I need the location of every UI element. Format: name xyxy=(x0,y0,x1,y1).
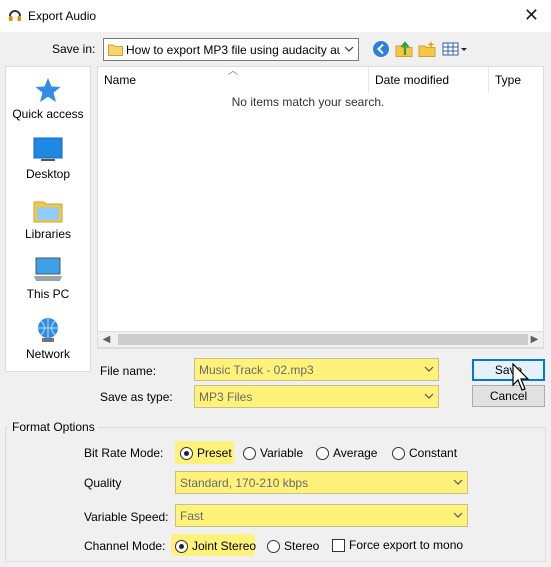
radio-label: Joint Stereo xyxy=(192,539,257,553)
column-header-date-modified[interactable]: Date modified xyxy=(369,67,489,93)
radio-label: Average xyxy=(333,446,378,460)
format-options-title: Format Options xyxy=(9,420,98,434)
channel-mode-label: Channel Mode: xyxy=(84,539,166,553)
quality-label: Quality xyxy=(84,476,122,490)
variable-speed-value: Fast xyxy=(180,509,204,523)
star-icon xyxy=(35,78,61,102)
variable-speed-label: Variable Speed: xyxy=(84,510,169,524)
place-label: Libraries xyxy=(24,227,72,241)
headphones-icon xyxy=(9,10,21,21)
variable-speed-select[interactable]: Fast xyxy=(175,504,468,527)
scroll-left-icon[interactable]: ◀ xyxy=(98,332,115,347)
folder-icon xyxy=(108,44,123,56)
radio-label: Constant xyxy=(409,446,458,460)
window-title: Export Audio xyxy=(28,9,97,23)
quality-value: Standard, 170-210 kbps xyxy=(180,476,309,490)
file-name-value: Music Track - 02.mp3 xyxy=(199,363,314,377)
place-label: This PC xyxy=(26,287,70,301)
radio-label: Preset xyxy=(197,446,232,460)
place-quick-access[interactable]: Quick access xyxy=(6,77,90,133)
save-in-combo[interactable]: How to export MP3 file using audacity au… xyxy=(103,38,359,61)
quality-select[interactable]: Standard, 170-210 kbps xyxy=(175,471,468,494)
place-desktop[interactable]: Desktop xyxy=(6,137,90,193)
new-folder-icon[interactable] xyxy=(418,40,436,58)
chevron-down-icon[interactable] xyxy=(343,42,355,56)
scroll-thumb[interactable] xyxy=(118,334,528,345)
desktop-icon xyxy=(33,137,63,161)
pointer-cursor-icon xyxy=(512,363,530,391)
save-as-type-select[interactable]: MP3 Files xyxy=(194,385,439,408)
empty-message: No items match your search. xyxy=(231,95,385,109)
file-list[interactable]: ︿ Name Date modified Type No items match… xyxy=(97,66,544,349)
scroll-right-icon[interactable]: ▶ xyxy=(526,332,543,347)
radio-label: Variable xyxy=(260,446,304,460)
place-label: Desktop xyxy=(25,167,71,181)
radio-label: Stereo xyxy=(284,539,320,553)
view-menu-icon[interactable] xyxy=(442,40,468,58)
save-in-label: Save in: xyxy=(52,42,96,56)
column-header-name[interactable]: Name xyxy=(98,67,369,93)
place-libraries[interactable]: Libraries xyxy=(6,197,90,253)
close-icon[interactable]: ✕ xyxy=(524,4,539,26)
bit-rate-mode-label: Bit Rate Mode: xyxy=(84,446,164,460)
title-bar: Export Audio ✕ xyxy=(0,0,551,32)
back-icon[interactable] xyxy=(372,40,390,58)
network-icon xyxy=(38,318,58,342)
horizontal-scrollbar[interactable]: ◀ ▶ xyxy=(97,331,544,348)
place-label: Quick access xyxy=(12,107,84,121)
cancel-button[interactable]: Cancel xyxy=(472,385,545,407)
libraries-icon xyxy=(33,201,63,223)
current-folder-text: How to export MP3 file using audacity au… xyxy=(126,43,340,57)
chevron-down-icon[interactable] xyxy=(424,363,434,375)
force-mono-label: Force export to mono xyxy=(349,538,464,552)
up-folder-icon[interactable] xyxy=(395,40,413,58)
save-as-type-label: Save as type: xyxy=(100,390,173,404)
file-name-label: File name: xyxy=(100,364,157,378)
save-button[interactable]: Save xyxy=(472,359,545,381)
place-network[interactable]: Network xyxy=(6,317,90,373)
computer-icon xyxy=(34,257,62,281)
place-this-pc[interactable]: This PC xyxy=(6,257,90,313)
save-as-type-value: MP3 Files xyxy=(199,390,253,404)
file-name-input[interactable]: Music Track - 02.mp3 xyxy=(194,358,439,381)
chevron-down-icon[interactable] xyxy=(424,390,434,402)
chevron-down-icon[interactable] xyxy=(453,509,463,521)
column-header-type[interactable]: Type xyxy=(489,67,543,93)
places-bar: Quick access Desktop Libraries This PC N… xyxy=(5,66,91,372)
place-label: Network xyxy=(25,347,70,361)
chevron-down-icon[interactable] xyxy=(453,476,463,488)
